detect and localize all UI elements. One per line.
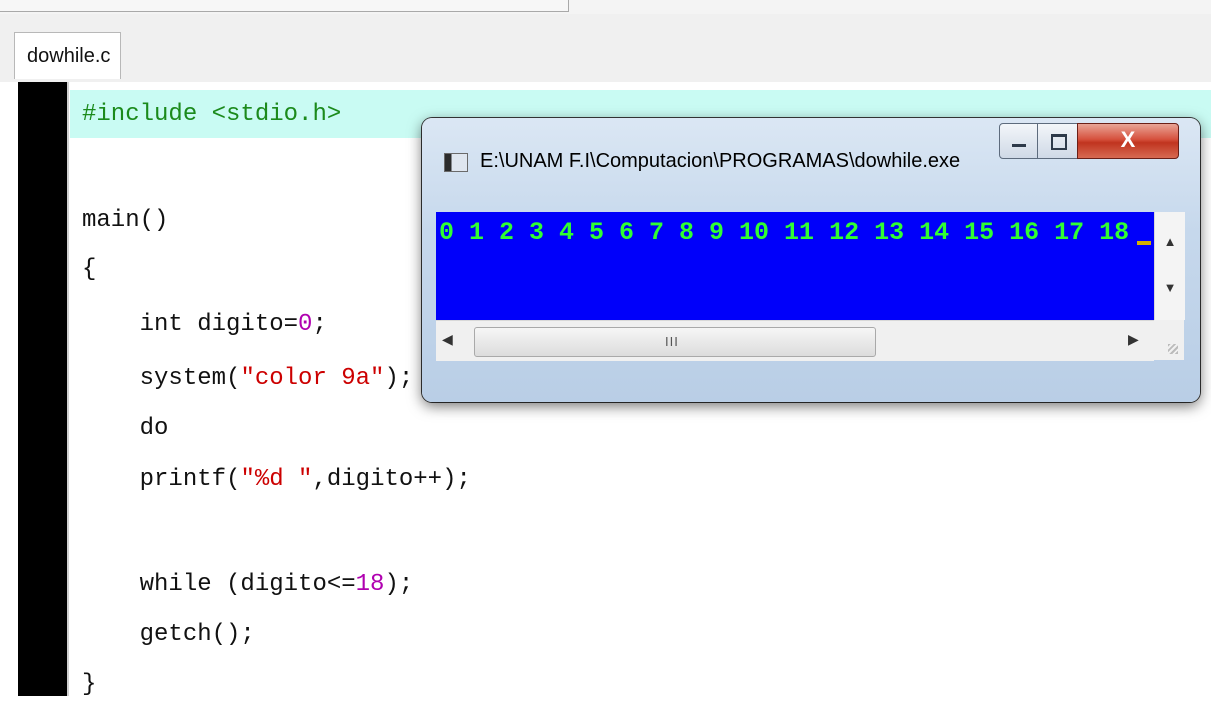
horizontal-scrollbar[interactable]: ◀ III ▶ [436, 320, 1154, 361]
console-cursor [1137, 241, 1152, 245]
code-line-6: system("color 9a"); [82, 354, 414, 404]
while-prefix: while (digito<= [82, 571, 356, 598]
decl-suffix: ; [312, 311, 327, 338]
vertical-scrollbar[interactable]: ▲ ▼ [1154, 212, 1185, 320]
scroll-down-icon[interactable]: ▼ [1155, 280, 1185, 295]
resize-grip-icon [1168, 344, 1178, 354]
system-string: "color 9a" [240, 365, 385, 392]
editor-gutter [18, 82, 66, 696]
horizontal-scroll-thumb[interactable]: III [474, 327, 876, 357]
code-line-11: getch(); [82, 610, 255, 660]
code-line-12: } [82, 660, 96, 710]
console-output-area[interactable]: 0 1 2 3 4 5 6 7 8 9 10 11 12 13 14 15 16… [436, 212, 1154, 320]
open-brace: { [82, 256, 97, 283]
getch-call: getch(); [82, 621, 255, 648]
code-line-3: main() [82, 196, 168, 246]
maximize-icon [1051, 134, 1067, 150]
scroll-right-icon[interactable]: ▶ [1128, 331, 1139, 348]
code-line-8: printf("%d ",digito++); [82, 455, 471, 505]
while-suffix: ); [384, 571, 414, 598]
console-window[interactable]: E:\UNAM F.I\Computacion\PROGRAMAS\dowhil… [422, 118, 1200, 402]
scroll-grip-icon: III [665, 334, 679, 349]
maximize-button[interactable] [1037, 123, 1079, 159]
scroll-up-icon[interactable]: ▲ [1155, 234, 1185, 249]
decl-number: 0 [298, 311, 313, 338]
printf-string: "%d " [240, 466, 313, 493]
minimize-icon [1012, 144, 1026, 147]
minimize-button[interactable] [999, 123, 1039, 159]
console-app-icon[interactable] [444, 153, 468, 172]
tab-dowhile-c[interactable]: dowhile.c [14, 32, 122, 79]
close-button[interactable]: X [1077, 123, 1179, 159]
close-brace: } [82, 671, 97, 698]
console-window-title: E:\UNAM F.I\Computacion\PROGRAMAS\dowhil… [480, 150, 961, 172]
printf-suffix: ,digito++); [312, 466, 471, 493]
include-directive: #include <stdio.h> [82, 101, 342, 128]
editor-tab-bar: dowhile.c [0, 14, 1211, 83]
printf-prefix: printf( [82, 466, 241, 493]
code-line-7: do [82, 404, 169, 454]
decl-prefix: int digito= [82, 311, 299, 338]
main-signature: main() [82, 207, 169, 234]
top-panel-edge [0, 0, 569, 12]
gutter-divider [66, 82, 69, 696]
system-suffix: ); [384, 365, 414, 392]
while-number: 18 [355, 571, 385, 598]
close-icon: X [1120, 127, 1136, 152]
console-output-text: 0 1 2 3 4 5 6 7 8 9 10 11 12 13 14 15 16… [439, 218, 1130, 247]
top-strip [0, 0, 1211, 14]
do-keyword: do [82, 415, 169, 442]
code-line-1: #include <stdio.h> [82, 90, 341, 140]
system-prefix: system( [82, 365, 241, 392]
scroll-left-icon[interactable]: ◀ [442, 331, 453, 348]
code-line-5: int digito=0; [82, 300, 327, 350]
resize-grip[interactable] [1154, 320, 1184, 360]
console-output: 0 1 2 3 4 5 6 7 8 9 10 11 12 13 14 15 16… [439, 216, 1152, 250]
code-line-4: { [82, 245, 96, 295]
code-line-10: while (digito<=18); [82, 560, 414, 610]
